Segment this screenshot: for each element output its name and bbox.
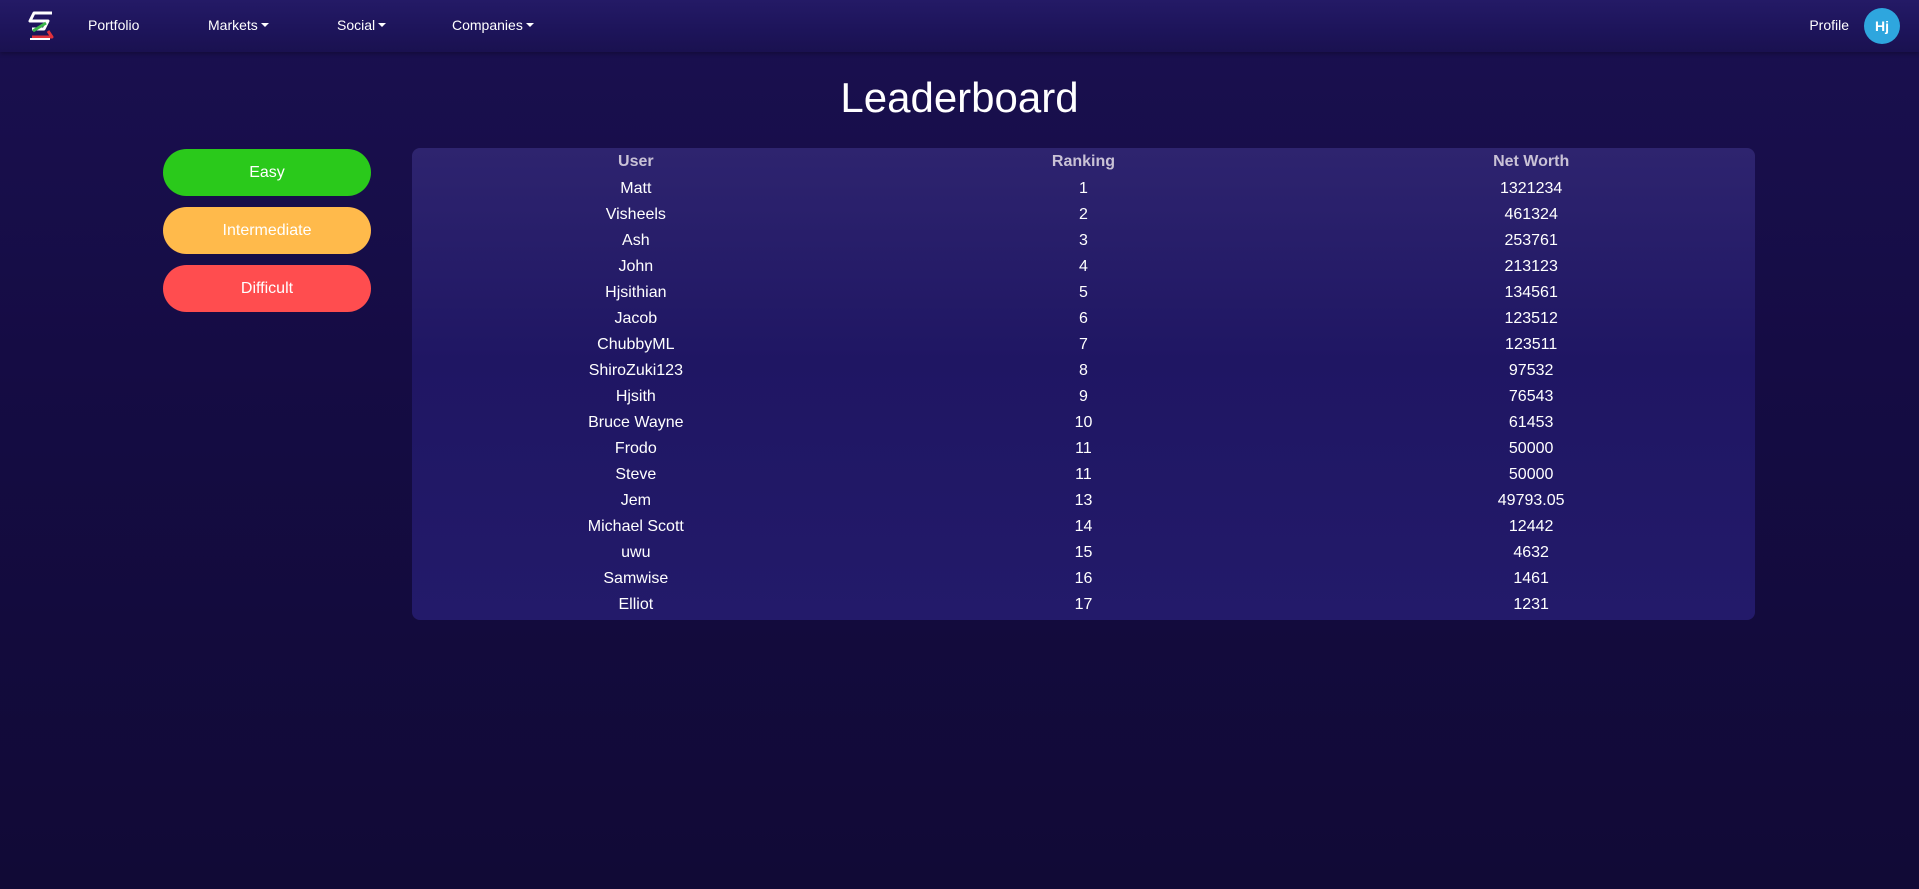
cell-net-worth: 134561 (1504, 284, 1558, 301)
cell-net-worth: 4632 (1513, 544, 1549, 561)
cell-net-worth: 123511 (1505, 336, 1558, 353)
cell-net-worth: 49793.05 (1497, 492, 1565, 509)
nav-companies-dropdown[interactable]: Companies (452, 15, 534, 35)
caret-down-icon (378, 23, 387, 27)
cell-user: Jacob (614, 310, 658, 327)
nav-portfolio-link[interactable]: Portfolio (88, 15, 139, 35)
cell-user: uwu (621, 544, 651, 561)
cell-user: ChubbyML (597, 336, 675, 353)
nav-social-label: Social (337, 17, 376, 33)
cell-net-worth: 50000 (1508, 466, 1554, 483)
cell-ranking: 5 (1079, 284, 1088, 301)
table-row: Steve 11 50000 (412, 462, 1755, 488)
cell-net-worth: 123512 (1504, 310, 1558, 327)
cell-net-worth: 1321234 (1500, 180, 1563, 197)
table-row: Elliot 17 1231 (412, 592, 1755, 618)
cell-ranking: 7 (1079, 336, 1088, 353)
table-row: Hjsith 9 76543 (412, 384, 1755, 410)
cell-ranking: 10 (1074, 414, 1093, 431)
cell-user: Steve (615, 466, 657, 483)
caret-down-icon (260, 23, 269, 27)
column-header-ranking: Ranking (1051, 153, 1116, 170)
cell-user: Bruce Wayne (588, 414, 684, 431)
cell-ranking: 4 (1079, 258, 1088, 275)
cell-user: Michael Scott (587, 518, 684, 535)
cell-ranking: 9 (1079, 388, 1088, 405)
intermediate-button[interactable]: Intermediate (163, 207, 371, 254)
table-row: Visheels 2 461324 (412, 202, 1755, 228)
cell-user: John (618, 258, 654, 275)
nav-markets-dropdown[interactable]: Markets (208, 15, 269, 35)
table-row: Ash 3 253761 (412, 228, 1755, 254)
table-row: Bruce Wayne 10 61453 (412, 410, 1755, 436)
cell-ranking: 1 (1079, 180, 1088, 197)
cell-net-worth: 253761 (1504, 232, 1558, 249)
cell-net-worth: 12442 (1508, 518, 1554, 535)
table-row: Hjsithian 5 134561 (412, 280, 1755, 306)
cell-net-worth: 461324 (1504, 206, 1558, 223)
cell-ranking: 15 (1074, 544, 1093, 561)
table-row: Jacob 6 123512 (412, 306, 1755, 332)
cell-net-worth: 76543 (1508, 388, 1554, 405)
easy-button[interactable]: Easy (163, 149, 371, 196)
cell-net-worth: 1461 (1513, 570, 1549, 587)
column-header-net-worth: Net Worth (1493, 153, 1570, 170)
cell-user: Hjsithian (605, 284, 667, 301)
cell-ranking: 3 (1079, 232, 1088, 249)
cell-user: Visheels (605, 206, 666, 223)
table-header-row: User Ranking Net Worth (412, 148, 1755, 176)
leaderboard-table-body: Matt 1 1321234 Visheels 2 461324 Ash 3 253761 Joh… (412, 176, 1755, 618)
cell-ranking: 6 (1079, 310, 1088, 327)
table-row: Samwise 16 1461 (412, 566, 1755, 592)
table-row: Jem 13 49793.05 (412, 488, 1755, 514)
avatar[interactable]: Hj (1864, 8, 1900, 44)
leaderboard-table-container: User Ranking Net Worth Matt 1 1321234 Vishe… (412, 148, 1755, 620)
table-row: uwu 15 4632 (412, 540, 1755, 566)
leaderboard-table: User Ranking Net Worth Matt 1 1321234 Vishe… (412, 148, 1755, 618)
nav-companies-label: Companies (452, 17, 523, 33)
cell-user: Jem (620, 492, 651, 509)
table-row: John 4 213123 (412, 254, 1755, 280)
difficult-button[interactable]: Difficult (163, 265, 371, 312)
cell-ranking: 17 (1074, 596, 1093, 613)
cell-user: Hjsith (615, 388, 656, 405)
cell-ranking: 14 (1074, 518, 1093, 535)
cell-net-worth: 50000 (1508, 440, 1554, 457)
nav-markets-label: Markets (208, 17, 258, 33)
cell-net-worth: 1231 (1513, 596, 1549, 613)
top-navbar: Portfolio Markets Social Companies Profi… (0, 0, 1919, 52)
table-row: Matt 1 1321234 (412, 176, 1755, 202)
logo-icon[interactable] (26, 9, 58, 43)
cell-ranking: 8 (1079, 362, 1088, 379)
cell-ranking: 13 (1074, 492, 1093, 509)
caret-down-icon (525, 23, 534, 27)
cell-ranking: 16 (1074, 570, 1093, 587)
cell-user: ShiroZuki123 (588, 362, 683, 379)
cell-user: Samwise (603, 570, 669, 587)
cell-ranking: 11 (1075, 466, 1092, 483)
cell-net-worth: 97532 (1508, 362, 1554, 379)
table-row: Michael Scott 14 12442 (412, 514, 1755, 540)
table-row: ShiroZuki123 8 97532 (412, 358, 1755, 384)
page-title: Leaderboard (840, 74, 1079, 121)
cell-user: Elliot (618, 596, 654, 613)
nav-social-dropdown[interactable]: Social (337, 15, 387, 35)
cell-net-worth: 213123 (1504, 258, 1558, 275)
table-row: Frodo 11 50000 (412, 436, 1755, 462)
nav-profile-link[interactable]: Profile (1809, 15, 1849, 35)
cell-net-worth: 61453 (1508, 414, 1554, 431)
cell-user: Frodo (614, 440, 657, 457)
column-header-user: User (618, 153, 654, 170)
cell-user: Ash (622, 232, 650, 249)
cell-ranking: 11 (1075, 440, 1092, 457)
table-row: ChubbyML 7 123511 (412, 332, 1755, 358)
cell-user: Matt (620, 180, 652, 197)
cell-ranking: 2 (1079, 206, 1088, 223)
